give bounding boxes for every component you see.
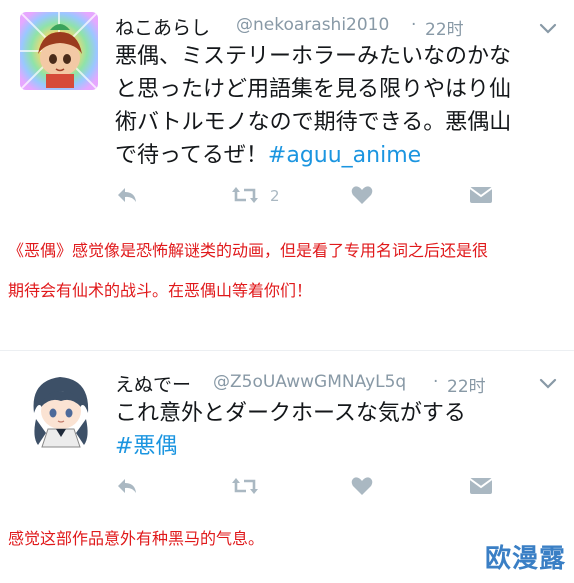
tweet-actions: 2 (115, 184, 535, 212)
tweet-actions (115, 475, 535, 503)
separator-dot: · (411, 15, 417, 35)
retweet-count: 2 (270, 187, 280, 205)
anime-character-avatar-icon (22, 367, 100, 449)
site-watermark: 欧漫露 (484, 544, 566, 574)
tweet-text-line: と思ったけど用語集を見る限りやはり仙 (115, 77, 512, 102)
tweet-text: 悪偶、ミステリーホラーみたいなのかな と思ったけど用語集を見る限りやはり仙 術バ… (115, 40, 565, 172)
avatar[interactable] (22, 367, 100, 449)
separator-dot: · (433, 372, 439, 392)
chevron-down-icon[interactable] (538, 22, 558, 36)
tweet-text-line: これ意外とダークホースな気がする (115, 401, 466, 426)
user-handle[interactable]: @nekoarashi2010 (236, 15, 389, 35)
hashtag-link[interactable]: #aguu_anime (268, 143, 421, 168)
retweet-icon[interactable] (230, 184, 260, 206)
chevron-down-icon[interactable] (538, 377, 558, 391)
tweet-text: これ意外とダークホースな気がする #悪偶 (115, 397, 565, 463)
timestamp[interactable]: 22时 (425, 15, 464, 40)
tweet-1: ねこあらし @nekoarashi2010 · 22时 悪偶、ミステリーホラーみ… (0, 0, 574, 215)
direct-message-icon[interactable] (468, 475, 494, 497)
avatar[interactable] (20, 12, 98, 90)
display-name[interactable]: ねこあらし (115, 13, 210, 40)
timestamp[interactable]: 22时 (447, 372, 486, 397)
translation-caption: 感觉这部作品意外有种黑马的气息。 (8, 529, 265, 548)
reply-icon[interactable] (115, 475, 139, 497)
tweet-2: えぬでー @Z5oUAwwGMNAyL5q · 22时 これ意外とダークホースな… (0, 355, 574, 505)
translation-caption: 《恶偶》感觉像是恐怖解谜类的动画，但是看了专用名词之后还是很 (8, 241, 489, 260)
tweet-text-line: 悪偶、ミステリーホラーみたいなのかな (115, 44, 512, 69)
divider (0, 350, 574, 351)
hashtag-link[interactable]: #悪偶 (115, 434, 177, 459)
retweet-icon[interactable] (230, 475, 260, 497)
translation-caption: 期待会有仙术的战斗。在恶偶山等着你们！ (8, 281, 313, 300)
tweet-text-line: で待ってるぜ！#aguu_anime (115, 139, 565, 172)
direct-message-icon[interactable] (468, 184, 494, 206)
like-heart-icon[interactable] (350, 475, 374, 497)
tweet-text-line: 術バトルモノなので期待できる。悪偶山 (115, 110, 512, 135)
display-name[interactable]: えぬでー (115, 370, 191, 397)
like-heart-icon[interactable] (350, 184, 374, 206)
tweet-text-segment: で待ってるぜ！ (115, 143, 268, 168)
tweet-text-line: #悪偶 (115, 430, 565, 463)
anime-character-avatar-icon (20, 12, 98, 90)
user-handle[interactable]: @Z5oUAwwGMNAyL5q (213, 372, 406, 392)
reply-icon[interactable] (115, 184, 139, 206)
